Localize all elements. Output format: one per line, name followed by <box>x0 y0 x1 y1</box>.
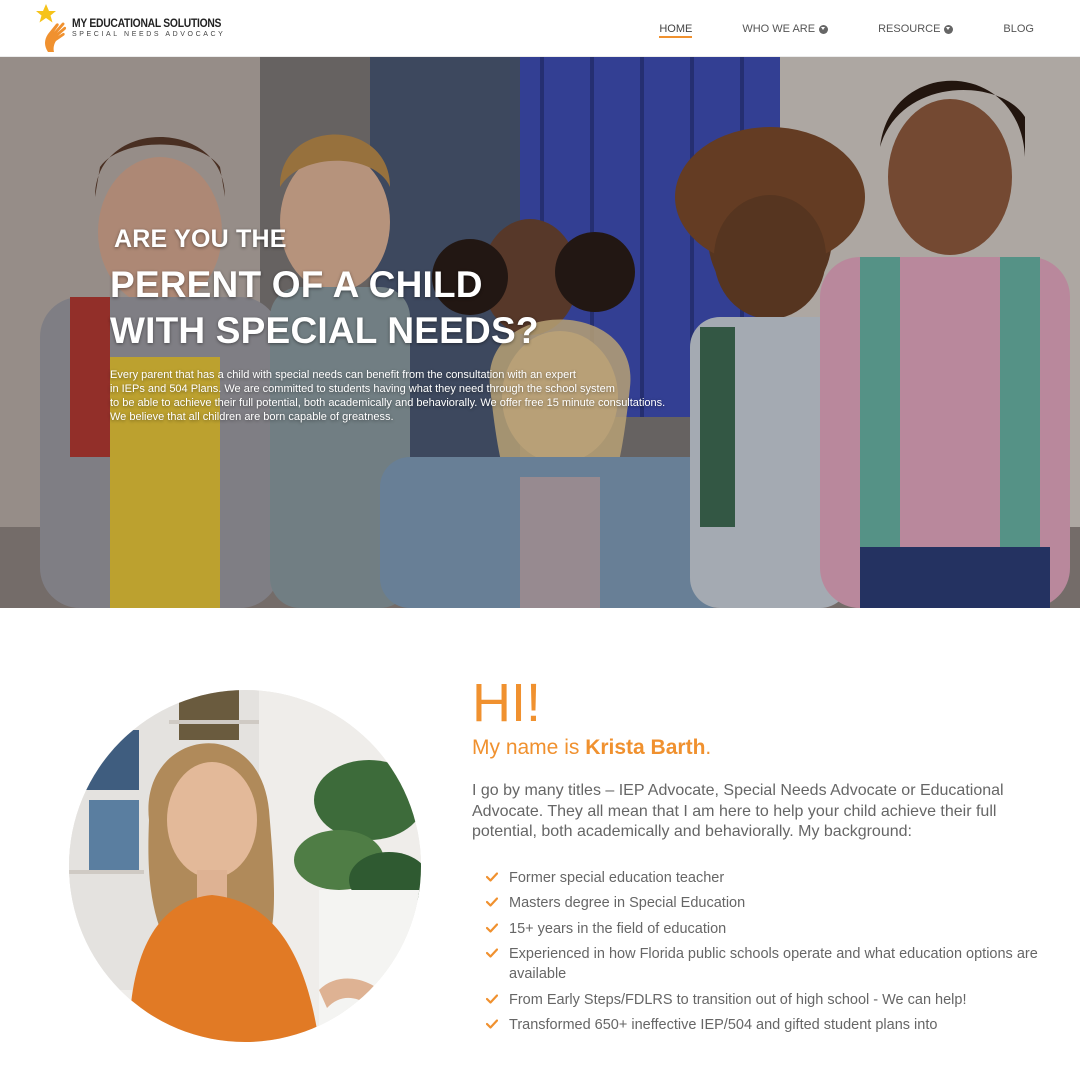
check-icon <box>486 948 498 958</box>
nav-blog-label: BLOG <box>1003 23 1034 35</box>
nav-who-we-are-label: WHO WE ARE <box>742 23 816 35</box>
check-icon <box>486 897 498 907</box>
hero-description-line: Every parent that has a child with speci… <box>110 369 576 381</box>
logo-title: MY EDUCATIONAL SOLUTIONS <box>72 16 222 30</box>
check-icon <box>486 871 498 882</box>
list-item: Masters degree in Special Education <box>486 893 1052 913</box>
chevron-down-icon <box>819 24 829 34</box>
nav-resource-label: RESOURCE <box>878 23 941 35</box>
logo-subtitle: SPECIAL NEEDS ADVOCACY <box>72 31 226 38</box>
portrait-photo <box>69 690 421 1042</box>
site-header: MY EDUCATIONAL SOLUTIONS SPECIAL NEEDS A… <box>0 0 1080 57</box>
list-item-text: Former special education teacher <box>509 869 725 886</box>
advocate-portrait <box>69 690 421 1042</box>
list-item-text: 15+ years in the field of education <box>509 920 727 937</box>
check-icon <box>486 922 498 933</box>
check-icon <box>486 993 498 1004</box>
background-list: Former special education teacher Masters… <box>486 868 1052 1036</box>
site-logo[interactable]: MY EDUCATIONAL SOLUTIONS SPECIAL NEEDS A… <box>34 2 234 54</box>
list-item: Experienced in how Florida public school… <box>486 944 1052 984</box>
name-prefix: My name is <box>472 736 586 759</box>
hero-description-line: in IEPs and 504 Plans. We are committed … <box>110 383 615 395</box>
hero-banner: ARE YOU THE PERENT OF A CHILD WITH SPECI… <box>0 57 1080 608</box>
hero-description-line: We believe that all children are born ca… <box>110 411 394 423</box>
greeting-heading: HI! <box>472 673 542 733</box>
nav-blog[interactable]: BLOG <box>1003 23 1034 35</box>
list-item-text: From Early Steps/FDLRS to transition out… <box>509 991 967 1008</box>
hero-title-line-1: PERENT OF A CHILD <box>110 264 483 305</box>
list-item-text: Experienced in how Florida public school… <box>509 946 1038 982</box>
list-item-text: Masters degree in Special Education <box>509 895 746 911</box>
hero-title: PERENT OF A CHILD WITH SPECIAL NEEDS? <box>110 262 720 354</box>
hero-text-block: ARE YOU THE PERENT OF A CHILD WITH SPECI… <box>110 225 720 424</box>
hero-description-line: to be able to achieve their full potenti… <box>110 397 666 409</box>
hand-star-logo-icon <box>36 4 67 52</box>
name-suffix: . <box>705 736 712 759</box>
hero-title-line-2: WITH SPECIAL NEEDS? <box>110 310 539 351</box>
hero-description: Every parent that has a child with speci… <box>110 368 720 424</box>
list-item: 15+ years in the field of education <box>486 919 1052 939</box>
about-section: HI! My name is Krista Barth. I go by man… <box>472 672 1052 1041</box>
nav-resource[interactable]: RESOURCE <box>878 23 954 35</box>
list-item: Former special education teacher <box>486 868 1052 888</box>
intro-paragraph: I go by many titles – IEP Advocate, Spec… <box>472 782 1004 840</box>
list-item: From Early Steps/FDLRS to transition out… <box>486 990 1052 1010</box>
list-item-text: Transformed 650+ ineffective IEP/504 and… <box>509 1017 938 1033</box>
hero-kicker: ARE YOU THE <box>114 225 287 253</box>
name-line: My name is Krista Barth. <box>472 736 1052 760</box>
advocate-name: Krista Barth <box>585 736 706 759</box>
check-icon <box>486 1019 498 1029</box>
list-item: Transformed 650+ ineffective IEP/504 and… <box>486 1015 1052 1035</box>
chevron-down-icon <box>944 24 954 34</box>
nav-who-we-are[interactable]: WHO WE ARE <box>742 23 829 35</box>
nav-home[interactable]: HOME <box>659 23 693 38</box>
nav-home-label: HOME <box>659 23 693 35</box>
main-nav: HOME WHO WE ARE RESOURCE BLOG <box>659 19 1034 39</box>
